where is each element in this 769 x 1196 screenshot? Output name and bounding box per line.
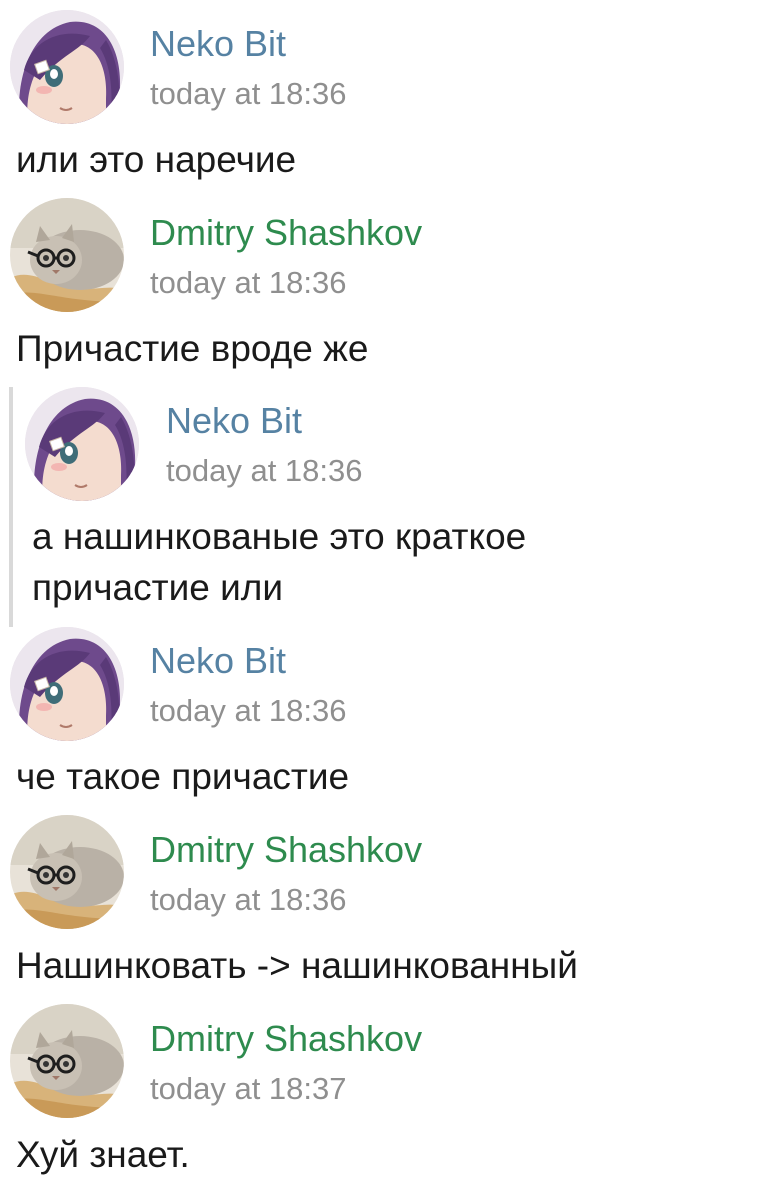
message-text: или это наречие — [16, 139, 297, 180]
avatar-neko-bit[interactable] — [10, 627, 124, 741]
avatar-dmitry-shashkov[interactable] — [10, 198, 124, 312]
timestamp: today at 18:36 — [150, 265, 347, 300]
cat-glasses-avatar-icon — [10, 198, 124, 312]
avatar-dmitry-shashkov[interactable] — [10, 1004, 124, 1118]
author-name[interactable]: Neko Bit — [166, 401, 302, 441]
timestamp: today at 18:36 — [150, 76, 347, 111]
anime-girl-avatar-icon — [10, 10, 124, 124]
message-text: че такое причастие — [16, 756, 350, 797]
author-name[interactable]: Dmitry Shashkov — [150, 1019, 422, 1059]
forward-quote-bar — [9, 387, 13, 627]
avatar-neko-bit[interactable] — [10, 10, 124, 124]
author-name[interactable]: Dmitry Shashkov — [150, 213, 422, 253]
message-text-line: а нашинкованые это краткое — [32, 516, 527, 557]
anime-girl-avatar-icon — [25, 387, 139, 501]
anime-girl-avatar-icon — [10, 627, 124, 741]
timestamp: today at 18:36 — [166, 453, 363, 488]
cat-glasses-avatar-icon — [10, 1004, 124, 1118]
message-text-line: причастие или — [32, 567, 284, 608]
message-text: Хуй знает. — [16, 1134, 190, 1175]
author-name[interactable]: Dmitry Shashkov — [150, 830, 422, 870]
timestamp: today at 18:36 — [150, 882, 347, 917]
timestamp: today at 18:37 — [150, 1071, 347, 1106]
author-name[interactable]: Neko Bit — [150, 24, 286, 64]
avatar-neko-bit[interactable] — [25, 387, 139, 501]
cat-glasses-avatar-icon — [10, 815, 124, 929]
message-text: Нашинковать -> нашинкованный — [16, 945, 578, 986]
timestamp: today at 18:36 — [150, 693, 347, 728]
author-name[interactable]: Neko Bit — [150, 641, 286, 681]
avatar-dmitry-shashkov[interactable] — [10, 815, 124, 929]
message-text: Причастие вроде же — [16, 328, 369, 369]
